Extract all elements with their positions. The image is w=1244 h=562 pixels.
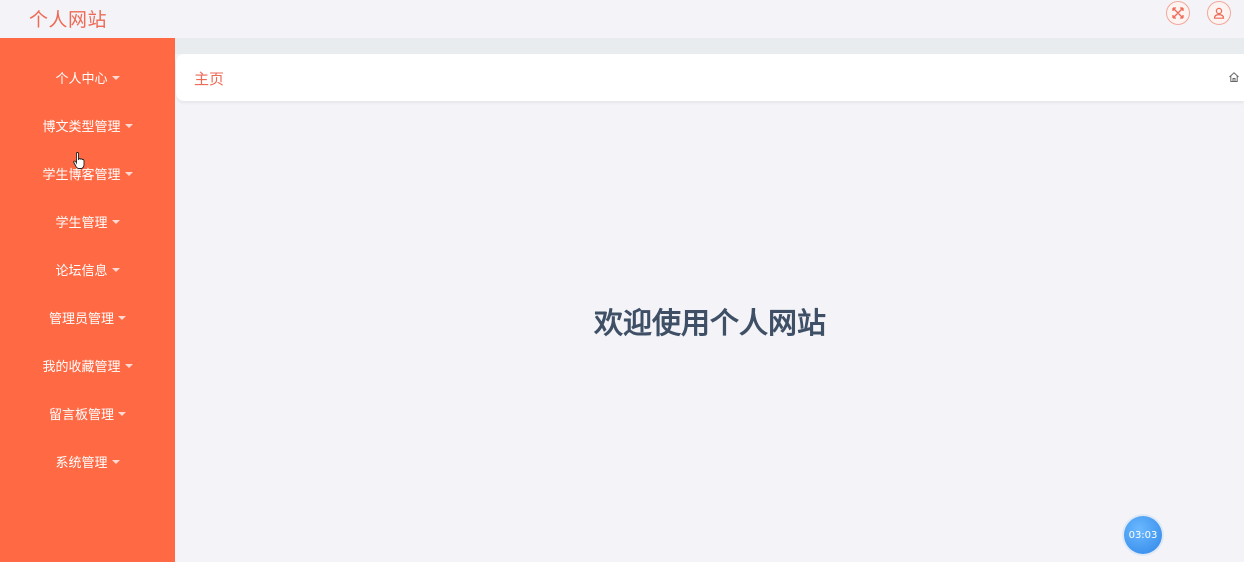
sidebar-item-student-blog-management[interactable]: 学生博客管理	[0, 149, 175, 197]
breadcrumb: 主页	[176, 54, 1244, 101]
caret-down-icon	[111, 76, 120, 80]
site-title: 个人网站	[29, 9, 108, 31]
sidebar-item-admin-management[interactable]: 管理员管理	[0, 293, 175, 341]
sidebar-item-blog-type-management[interactable]: 博文类型管理	[0, 101, 175, 149]
timer-badge[interactable]: 03:03	[1124, 516, 1162, 554]
content-top-strip	[175, 38, 1244, 54]
top-bar: 个人网站	[0, 0, 1244, 38]
caret-down-icon	[124, 124, 133, 128]
caret-down-icon	[111, 268, 120, 272]
caret-down-icon	[118, 412, 126, 416]
sidebar-item-label: 论坛信息	[55, 263, 108, 279]
fullscreen-icon	[1172, 7, 1184, 19]
user-button[interactable]	[1207, 1, 1231, 25]
caret-down-icon	[111, 460, 120, 464]
sidebar-item-label: 博文类型管理	[42, 119, 121, 135]
sidebar-item-label: 管理员管理	[48, 311, 114, 327]
sidebar-item-favorites-management[interactable]: 我的收藏管理	[0, 341, 175, 389]
caret-down-icon	[124, 172, 133, 176]
sidebar-item-label: 我的收藏管理	[42, 359, 121, 375]
sidebar-item-student-management[interactable]: 学生管理	[0, 197, 175, 245]
sidebar-item-personal-center[interactable]: 个人中心	[0, 53, 175, 101]
hand-cursor-icon	[73, 152, 85, 169]
sidebar-item-label: 留言板管理	[48, 407, 114, 423]
fullscreen-button[interactable]	[1166, 1, 1190, 25]
sidebar-item-forum-info[interactable]: 论坛信息	[0, 245, 175, 293]
user-icon	[1213, 7, 1225, 19]
sidebar-item-label: 系统管理	[55, 455, 108, 471]
breadcrumb-home-link[interactable]: 主页	[194, 68, 224, 89]
sidebar-item-label: 学生管理	[55, 215, 108, 231]
caret-down-icon	[124, 364, 133, 368]
home-icon[interactable]	[1228, 71, 1240, 83]
sidebar-item-label: 个人中心	[55, 71, 108, 87]
caret-down-icon	[118, 316, 126, 320]
sidebar: 个人中心 博文类型管理 学生博客管理 学生管理 论坛信息 管理员管理 我的收藏管…	[0, 38, 175, 562]
sidebar-item-message-board-management[interactable]: 留言板管理	[0, 389, 175, 437]
welcome-heading: 欢迎使用个人网站	[593, 306, 826, 340]
sidebar-item-system-management[interactable]: 系统管理	[0, 437, 175, 485]
caret-down-icon	[111, 220, 120, 224]
